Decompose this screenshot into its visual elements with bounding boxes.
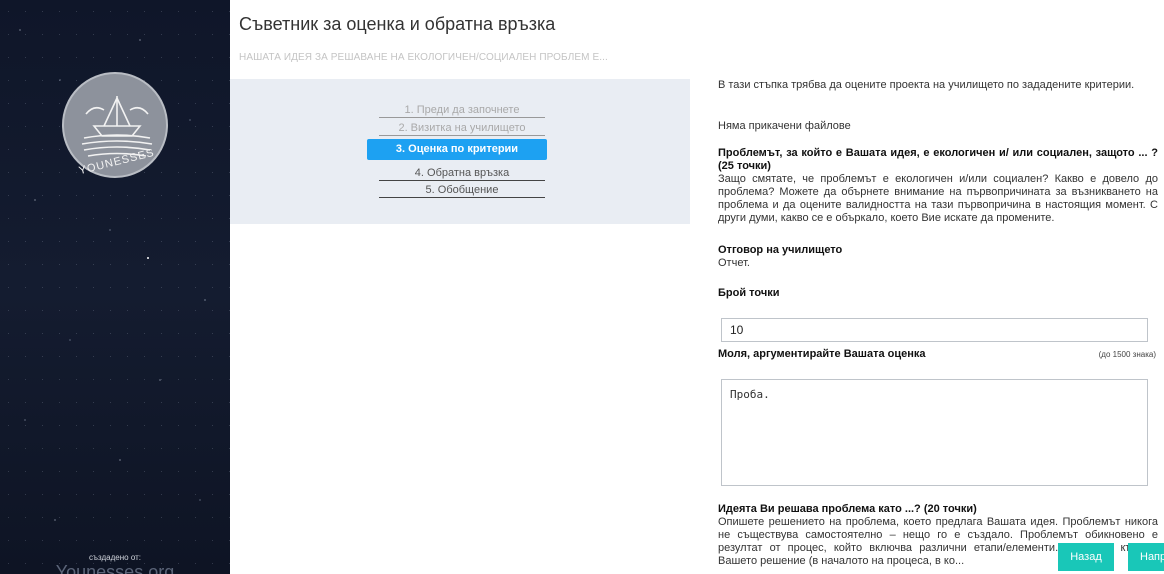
argument-label: Моля, аргументирайте Вашата оценка <box>718 348 926 360</box>
points-input[interactable] <box>721 318 1148 342</box>
step-item-4[interactable]: 4. Обратна връзка <box>379 166 545 181</box>
younesses-logo: YOUNESSES <box>62 72 168 178</box>
argument-textarea[interactable]: Проба. <box>721 379 1148 486</box>
no-files-text: Няма прикачени файлове <box>718 120 851 132</box>
question-1-description: Защо смятате, че проблемът е екологичен … <box>718 173 1158 224</box>
step-item-5[interactable]: 5. Обобщение <box>379 183 545 198</box>
question-2-title: Идеята Ви решава проблема като ...? (20 … <box>718 503 977 515</box>
question-1-title: Проблемът, за който е Вашата идея, е еко… <box>718 147 1158 172</box>
school-answer-label: Отговор на училището <box>718 244 843 256</box>
character-limit-note: (до 1500 знака) <box>1098 350 1156 359</box>
step-item-2[interactable]: 2. Визитка на училището <box>379 121 545 136</box>
back-button[interactable]: Назад <box>1058 543 1114 571</box>
credit-label: създадено от: <box>89 553 141 562</box>
page-subtitle: НАШАТА ИДЕЯ ЗА РЕШАВАНЕ НА ЕКОЛОГИЧЕН/СО… <box>239 52 608 63</box>
intro-text: В тази стъпка трябва да оцените проекта … <box>718 79 1135 91</box>
credit-site-link[interactable]: Younesses.org <box>0 562 230 574</box>
step-item-3-active[interactable]: 3. Оценка по критерии <box>367 139 547 160</box>
next-button[interactable]: Напред <box>1128 543 1164 571</box>
page-title: Съветник за оценка и обратна връзка <box>239 14 556 34</box>
school-answer-text: Отчет. <box>718 257 750 269</box>
wizard-steps-panel: 1. Преди да започнете 2. Визитка на учил… <box>230 79 690 224</box>
points-label: Брой точки <box>718 287 780 299</box>
sidebar: YOUNESSES създадено от: Younesses.org <box>0 0 230 574</box>
step-item-1[interactable]: 1. Преди да започнете <box>379 103 545 118</box>
